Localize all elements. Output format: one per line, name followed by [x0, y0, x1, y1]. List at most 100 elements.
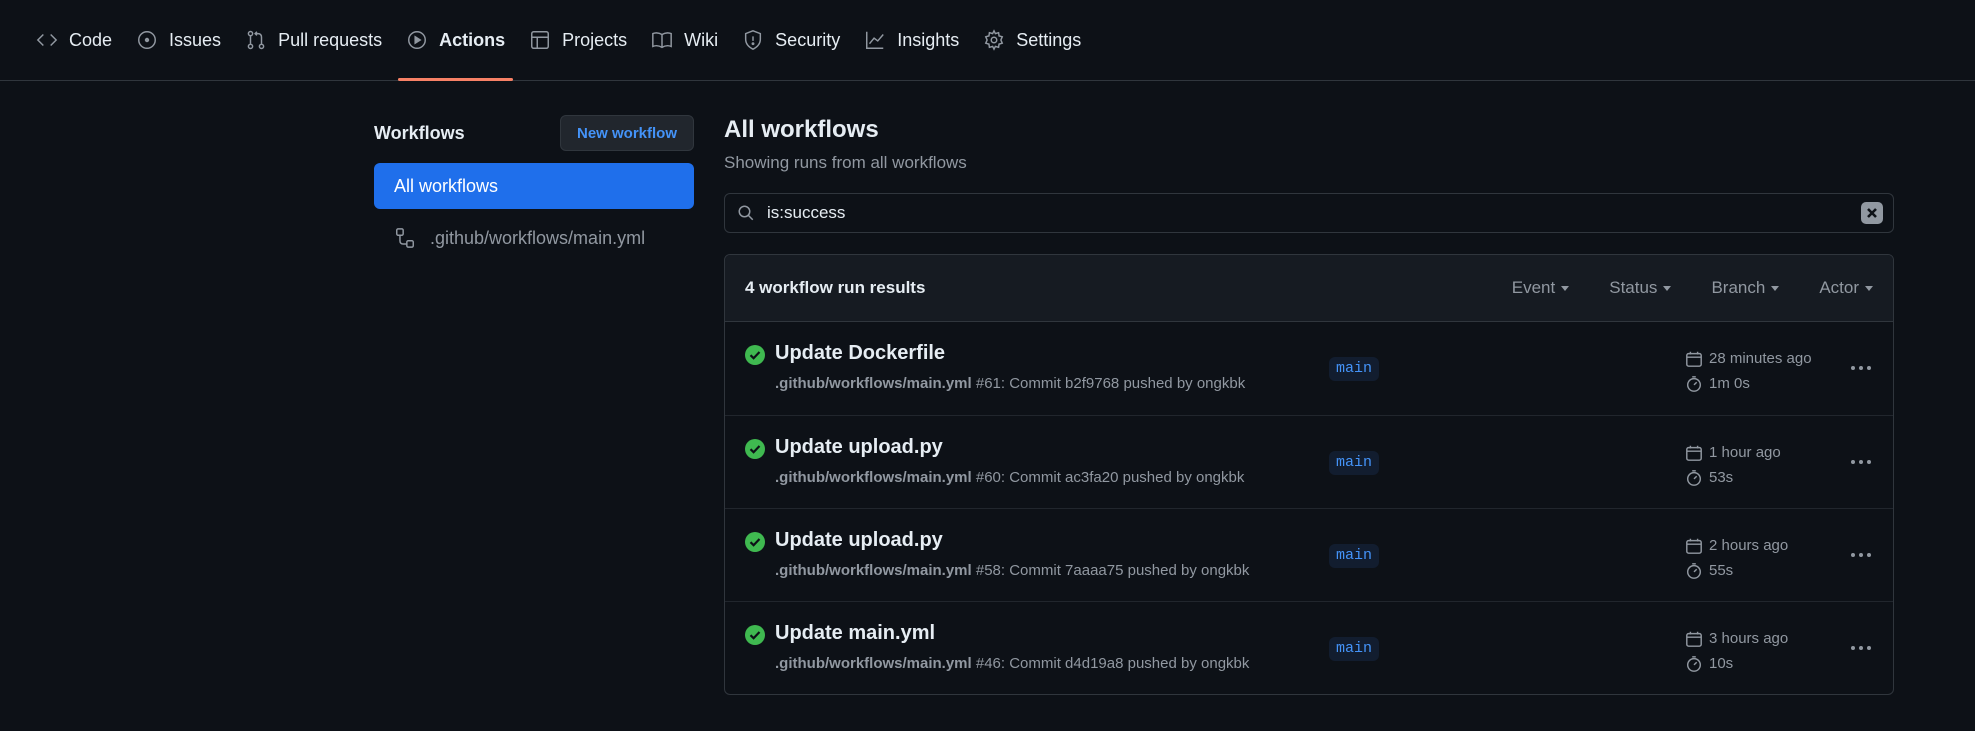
workflow-run-row[interactable]: Update main.yml .github/workflows/main.y…	[725, 601, 1893, 694]
table-icon	[531, 31, 550, 49]
run-times: 2 hours ago 55s	[1685, 533, 1788, 583]
code-icon	[36, 33, 58, 47]
tab-label: Wiki	[684, 29, 719, 50]
kebab-dot	[1867, 460, 1871, 464]
graph-icon	[866, 31, 885, 49]
calendar-icon	[1686, 445, 1702, 461]
tab-label: Insights	[897, 29, 960, 50]
run-menu-button[interactable]	[1847, 448, 1875, 476]
workflows-sidebar: Workflows New workflow All workflows .gi…	[374, 115, 694, 261]
page-title: All workflows	[724, 116, 879, 143]
new-workflow-button[interactable]: New workflow	[559, 115, 694, 151]
status-filter[interactable]: Status	[1609, 278, 1672, 298]
workflow-run-row[interactable]: Update upload.py .github/workflows/main.…	[725, 415, 1893, 508]
page-subtitle: Showing runs from all workflows	[724, 153, 967, 172]
run-menu-button[interactable]	[1847, 634, 1875, 662]
results-count: 4 workflow run results	[745, 278, 926, 297]
run-menu-button[interactable]	[1847, 541, 1875, 569]
run-duration: 55s	[1709, 562, 1734, 579]
event-filter[interactable]: Event	[1512, 278, 1570, 298]
run-detail: #58: Commit 7aaaa75 pushed by ongkbk	[975, 562, 1250, 579]
kebab-dot	[1851, 646, 1855, 650]
success-check-icon	[745, 625, 765, 645]
filter-label: Status	[1609, 278, 1658, 297]
run-duration: 53s	[1709, 469, 1734, 486]
kebab-dot	[1851, 553, 1855, 557]
clear-filter-button[interactable]	[1861, 202, 1883, 224]
run-times: 3 hours ago 10s	[1685, 626, 1788, 676]
tab-label: Settings	[1016, 29, 1082, 50]
run-timestamp: 28 minutes ago	[1709, 350, 1812, 367]
workflow-run-row[interactable]: Update upload.py .github/workflows/main.…	[725, 508, 1893, 601]
workflow-runs-main: All workflows Showing runs from all work…	[724, 115, 1894, 695]
stopwatch-icon	[1686, 469, 1702, 486]
run-duration: 1m 0s	[1709, 375, 1750, 392]
kebab-dot	[1851, 460, 1855, 464]
tab-label: Actions	[439, 29, 506, 50]
runs-header: 4 workflow run results Event Status Bran…	[725, 255, 1893, 322]
close-icon	[1867, 208, 1877, 218]
run-title[interactable]: Update upload.py	[775, 436, 943, 459]
sidebar-item-all-workflows[interactable]: All workflows	[374, 163, 694, 209]
run-times: 1 hour ago 53s	[1685, 440, 1781, 490]
tab-code[interactable]: Code	[24, 0, 124, 80]
repo-nav: Code Issues Pull requests Actions Projec…	[0, 0, 1975, 81]
run-meta: .github/workflows/main.yml #58: Commit 7…	[775, 562, 1249, 579]
workflow-run-row[interactable]: Update Dockerfile .github/workflows/main…	[725, 322, 1893, 415]
tab-label: Issues	[169, 29, 222, 50]
issue-icon	[138, 31, 157, 49]
tab-security[interactable]: Security	[730, 0, 852, 80]
tab-insights[interactable]: Insights	[852, 0, 971, 80]
search-input[interactable]	[767, 203, 1861, 223]
run-timestamp: 2 hours ago	[1709, 537, 1789, 554]
success-check-icon	[745, 345, 765, 365]
tab-actions[interactable]: Actions	[394, 0, 517, 81]
run-title[interactable]: Update Dockerfile	[775, 342, 945, 365]
kebab-dot	[1859, 553, 1863, 557]
tab-projects[interactable]: Projects	[517, 0, 639, 80]
branch-filter[interactable]: Branch	[1711, 278, 1780, 298]
run-title[interactable]: Update main.yml	[775, 622, 935, 645]
kebab-dot	[1867, 366, 1871, 370]
run-workflow: .github/workflows/main.yml	[775, 562, 972, 579]
run-meta: .github/workflows/main.yml #61: Commit b…	[775, 375, 1245, 392]
success-check-icon	[745, 532, 765, 552]
calendar-icon	[1686, 351, 1702, 367]
calendar-icon	[1686, 631, 1702, 647]
chevron-down-icon	[1663, 285, 1672, 291]
run-workflow: .github/workflows/main.yml	[775, 375, 972, 392]
branch-label[interactable]: main	[1329, 544, 1380, 568]
run-detail: #46: Commit d4d19a8 pushed by ongkbk	[975, 655, 1250, 672]
runs-list: Update Dockerfile .github/workflows/main…	[725, 322, 1893, 694]
branch-label[interactable]: main	[1329, 451, 1380, 475]
run-title[interactable]: Update upload.py	[775, 529, 943, 552]
run-detail: #60: Commit ac3fa20 pushed by ongkbk	[975, 469, 1245, 486]
run-detail: #61: Commit b2f9768 pushed by ongkbk	[975, 375, 1246, 392]
tab-issues[interactable]: Issues	[124, 0, 233, 80]
kebab-dot	[1859, 460, 1863, 464]
search-icon	[738, 205, 754, 221]
kebab-dot	[1867, 646, 1871, 650]
kebab-dot	[1859, 646, 1863, 650]
shield-icon	[745, 30, 762, 50]
branch-label[interactable]: main	[1329, 357, 1380, 381]
workflow-icon	[396, 228, 414, 248]
sidebar-item-main-workflow[interactable]: .github/workflows/main.yml	[374, 215, 694, 261]
chevron-down-icon	[1561, 285, 1570, 291]
sidebar-header: Workflows New workflow	[374, 115, 694, 151]
actor-filter[interactable]: Actor	[1819, 278, 1873, 298]
tab-label: Projects	[562, 29, 628, 50]
branch-label[interactable]: main	[1329, 637, 1380, 661]
stopwatch-icon	[1686, 375, 1702, 392]
sidebar-item-label: .github/workflows/main.yml	[430, 227, 646, 248]
kebab-dot	[1859, 366, 1863, 370]
run-timestamp: 1 hour ago	[1709, 444, 1781, 461]
tab-pull-requests[interactable]: Pull requests	[233, 0, 394, 80]
run-menu-button[interactable]	[1847, 354, 1875, 382]
play-icon	[408, 31, 427, 49]
run-workflow: .github/workflows/main.yml	[775, 655, 972, 672]
kebab-dot	[1867, 553, 1871, 557]
tab-settings[interactable]: Settings	[971, 0, 1093, 80]
success-check-icon	[745, 439, 765, 459]
tab-wiki[interactable]: Wiki	[639, 0, 730, 80]
